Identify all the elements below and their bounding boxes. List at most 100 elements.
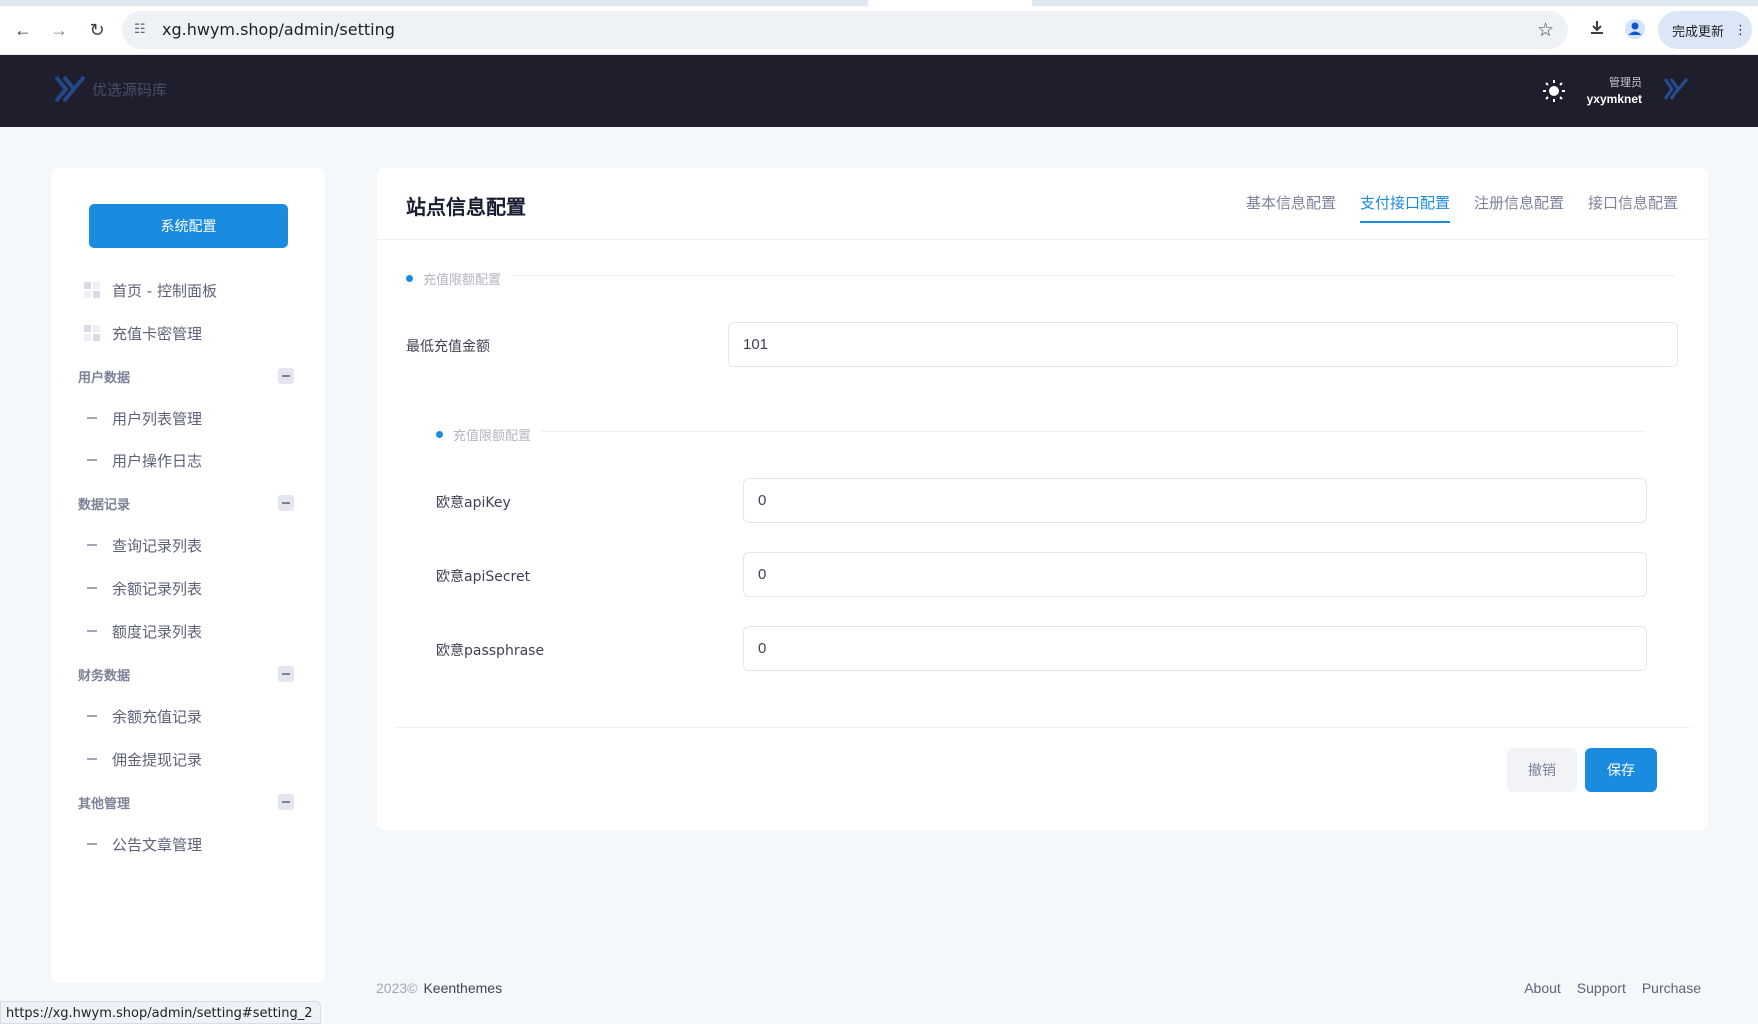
copyright-year: 2023© [376, 980, 418, 996]
section-recharge-limit-2: 充值限额配置 [436, 425, 531, 444]
browser-tab-strip [0, 0, 1758, 6]
okx-apisecret-input[interactable] [743, 552, 1647, 597]
sidebar-item-label: 额度记录列表 [112, 622, 203, 641]
footer-copyright: 2023© Keenthemes [376, 980, 502, 996]
sidebar-item-recharge-cards[interactable]: 充值卡密管理 [51, 316, 325, 350]
browser-active-tab[interactable] [868, 0, 1032, 6]
save-button[interactable]: 保存 [1585, 748, 1657, 792]
dash-icon [87, 587, 97, 589]
site-logo[interactable]: 优选源码库 [54, 75, 167, 103]
dashboard-icon [84, 282, 100, 298]
sidebar-item-dashboard[interactable]: 首页 - 控制面板 [51, 273, 325, 307]
logo-text: 优选源码库 [92, 80, 168, 99]
collapse-icon[interactable] [278, 666, 294, 682]
sidebar-item-balance-records[interactable]: 余额记录列表 [51, 571, 325, 605]
update-label: 完成更新 [1672, 24, 1725, 40]
sidebar-item-user-log[interactable]: 用户操作日志 [51, 443, 325, 477]
sidebar-item-balance-recharge[interactable]: 余额充值记录 [51, 699, 325, 733]
section-divider [511, 275, 1675, 276]
section-recharge-limit: 充值限额配置 [406, 269, 501, 288]
sun-icon[interactable] [1541, 78, 1567, 104]
sidebar-item-label: 用户操作日志 [112, 451, 203, 470]
section-title: 充值限额配置 [453, 429, 532, 444]
min-recharge-label: 最低充值金额 [406, 339, 490, 355]
section-title: 其他管理 [78, 796, 131, 812]
logo-mark-icon [54, 75, 86, 103]
avatar[interactable] [1663, 77, 1689, 103]
section-title: 用户数据 [78, 370, 131, 386]
site-info-icon[interactable]: ☷ [134, 21, 152, 39]
sidebar-item-label: 用户列表管理 [112, 409, 203, 428]
footer-links: About Support Purchase [1524, 980, 1701, 996]
reload-icon[interactable]: ↻ [85, 18, 109, 42]
card-header-divider [377, 239, 1708, 240]
status-bar-url: https://xg.hwym.shop/admin/setting#setti… [0, 1001, 321, 1024]
forward-icon[interactable]: → [47, 18, 71, 42]
sidebar-item-label: 查询记录列表 [112, 536, 203, 555]
cancel-button[interactable]: 撤销 [1507, 748, 1577, 792]
sidebar-section-user-data[interactable]: 用户数据 [51, 361, 325, 391]
dash-icon [87, 758, 97, 760]
tab-api[interactable]: 接口信息配置 [1588, 192, 1678, 223]
footer-brand-link[interactable]: Keenthemes [423, 980, 502, 996]
sidebar-item-user-list[interactable]: 用户列表管理 [51, 401, 325, 435]
more-menu-icon[interactable]: ⋮ [1734, 23, 1747, 38]
dash-icon [87, 417, 97, 419]
section-title: 数据记录 [78, 497, 131, 513]
sidebar-item-label: 充值卡密管理 [112, 324, 203, 343]
footer-link-about[interactable]: About [1524, 980, 1561, 996]
dash-icon [87, 459, 97, 461]
sidebar-section-data-records[interactable]: 数据记录 [51, 488, 325, 518]
sidebar-item-commission-withdraw[interactable]: 佣金提现记录 [51, 742, 325, 776]
collapse-icon[interactable] [278, 495, 294, 511]
page-title: 站点信息配置 [406, 195, 526, 219]
footer-link-support[interactable]: Support [1577, 980, 1626, 996]
card-footer-divider [395, 727, 1690, 728]
okx-passphrase-input[interactable] [743, 626, 1647, 671]
system-config-button[interactable]: 系统配置 [89, 204, 288, 248]
user-info[interactable]: 管理员 yxymknet [1586, 74, 1642, 106]
section-title: 财务数据 [78, 668, 131, 684]
section-title: 充值限额配置 [423, 273, 502, 288]
bullet-icon [406, 275, 413, 282]
dash-icon [87, 843, 97, 845]
dash-icon [87, 630, 97, 632]
user-name: yxymknet [1586, 92, 1642, 106]
okx-apisecret-label: 欧意apiSecret [436, 569, 531, 585]
sidebar-item-label: 余额充值记录 [112, 707, 203, 726]
sidebar-item-label: 余额记录列表 [112, 579, 203, 598]
download-icon[interactable] [1587, 18, 1607, 43]
tab-payment[interactable]: 支付接口配置 [1359, 192, 1450, 223]
sidebar-item-label: 首页 - 控制面板 [112, 281, 217, 300]
min-recharge-input[interactable] [728, 322, 1678, 367]
dash-icon [87, 715, 97, 717]
user-role: 管理员 [1609, 77, 1642, 89]
collapse-icon[interactable] [278, 368, 294, 384]
url-text[interactable]: xg.hwym.shop/admin/setting [162, 20, 395, 39]
collapse-icon[interactable] [278, 794, 294, 810]
profile-icon[interactable] [1624, 18, 1646, 45]
tab-registration[interactable]: 注册信息配置 [1474, 192, 1564, 223]
section-divider [541, 431, 1645, 432]
footer-link-purchase[interactable]: Purchase [1642, 980, 1701, 996]
address-bar[interactable]: ☷ xg.hwym.shop/admin/setting ☆ [122, 11, 1568, 49]
okx-passphrase-label: 欧意passphrase [436, 643, 545, 659]
sidebar-item-query-records[interactable]: 查询记录列表 [51, 528, 325, 562]
sidebar-item-quota-records[interactable]: 额度记录列表 [51, 614, 325, 648]
sidebar-section-other[interactable]: 其他管理 [51, 787, 325, 817]
browser-update-button[interactable]: 完成更新 ⋮ [1658, 11, 1752, 49]
bookmark-star-icon[interactable]: ☆ [1537, 19, 1554, 42]
dash-icon [87, 544, 97, 546]
tab-basic-info[interactable]: 基本信息配置 [1246, 192, 1336, 223]
sidebar-item-label: 公告文章管理 [112, 835, 203, 854]
sidebar: 系统配置 首页 - 控制面板 充值卡密管理 用户数据 用户列表管理 用户操作日志… [51, 168, 325, 983]
browser-toolbar: ← → ↻ ☷ xg.hwym.shop/admin/setting ☆ 完成更… [0, 0, 1758, 55]
sidebar-section-finance[interactable]: 财务数据 [51, 659, 325, 689]
dashboard-icon [84, 325, 100, 341]
back-icon[interactable]: ← [11, 18, 35, 42]
app-header: 优选源码库 管理员 yxymknet [0, 55, 1758, 127]
sidebar-item-label: 佣金提现记录 [112, 750, 203, 769]
okx-apikey-input[interactable] [743, 478, 1647, 523]
settings-card: 站点信息配置 基本信息配置 支付接口配置 注册信息配置 接口信息配置 充值限额配… [377, 168, 1708, 830]
sidebar-item-announcements[interactable]: 公告文章管理 [51, 827, 325, 861]
